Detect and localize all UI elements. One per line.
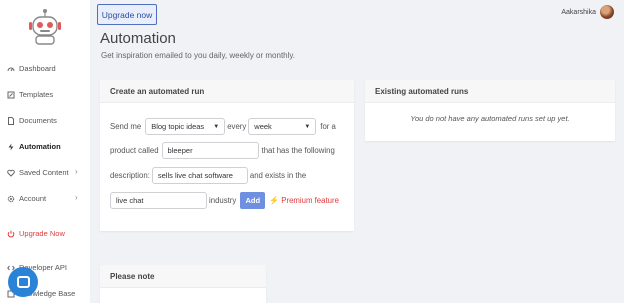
chevron-down-icon: ▼ (213, 123, 220, 130)
template-icon (7, 91, 15, 99)
bolt-icon (7, 143, 15, 151)
product-name-input[interactable]: bleeper (161, 142, 259, 159)
sentence-row-1: Send me Blog topic ideas ▼ every week ▼ fo… (110, 118, 336, 135)
sidebar-item-label: Account (19, 194, 47, 203)
description-label: description: (110, 171, 150, 180)
product-called-text: product called (110, 146, 159, 155)
sidebar-item-automation[interactable]: Automation (7, 142, 61, 151)
sidebar: Dashboard Templates Documents Automation… (0, 0, 90, 303)
dashboard-icon (7, 65, 15, 73)
description-input[interactable]: sells live chat software (151, 167, 248, 184)
for-a-text: for a (320, 122, 336, 131)
heart-icon (7, 169, 15, 177)
bolt-icon: ⚡ (269, 196, 280, 205)
page-subtitle: Get inspiration emailed to you daily, we… (101, 51, 296, 60)
exists-in-text: and exists in the (249, 171, 307, 180)
chat-launcher-button[interactable] (8, 267, 38, 297)
upgrade-now-button[interactable]: Upgrade now (97, 4, 157, 25)
avatar[interactable] (600, 5, 614, 19)
robot-logo-icon[interactable] (27, 8, 63, 46)
create-run-card: Create an automated run Send me Blog top… (100, 80, 354, 231)
sidebar-item-upgrade-now[interactable]: Upgrade Now (7, 229, 65, 238)
sidebar-item-label: Saved Content (19, 168, 69, 177)
content-type-select[interactable]: Blog topic ideas ▼ (145, 118, 226, 135)
following-text: that has the following (261, 146, 335, 155)
send-me-text: Send me (110, 122, 142, 131)
chevron-right-icon[interactable]: › (75, 193, 78, 202)
sidebar-item-label: Upgrade Now (19, 229, 65, 238)
sentence-row-4: live chat industry Add ⚡ Premium feature (110, 192, 339, 209)
chevron-right-icon[interactable]: › (75, 167, 78, 176)
sentence-row-2: product called bleeper that has the foll… (110, 142, 335, 159)
sidebar-item-templates[interactable]: Templates (7, 90, 53, 99)
page-title: Automation (100, 30, 176, 47)
sidebar-item-label: Documents (19, 116, 57, 125)
chevron-down-icon: ▼ (304, 123, 311, 130)
document-icon (7, 116, 15, 125)
user-menu[interactable]: Aakarshika (561, 5, 614, 19)
sidebar-item-account[interactable]: Account (7, 194, 46, 203)
sidebar-item-label: Dashboard (19, 64, 56, 73)
add-button[interactable]: Add (240, 192, 266, 209)
sentence-row-3: description: sells live chat software an… (110, 167, 306, 184)
existing-runs-card: Existing automated runs You do not have … (365, 80, 615, 141)
industry-input[interactable]: live chat (110, 192, 207, 209)
power-icon (7, 230, 15, 238)
frequency-select[interactable]: week ▼ (248, 118, 317, 135)
chat-icon (16, 276, 30, 288)
sidebar-item-dashboard[interactable]: Dashboard (7, 64, 56, 73)
industry-text: industry (209, 196, 237, 205)
gear-icon (7, 195, 15, 203)
please-note-title: Please note (100, 265, 266, 288)
user-name: Aakarshika (561, 8, 596, 16)
every-text: every (227, 122, 247, 131)
sidebar-item-label: Templates (19, 90, 54, 99)
existing-runs-title: Existing automated runs (365, 80, 615, 103)
please-note-card: Please note (100, 265, 266, 303)
empty-runs-message: You do not have any automated runs set u… (410, 114, 570, 123)
sidebar-item-saved-content[interactable]: Saved Content (7, 168, 69, 177)
sidebar-item-label: Automation (19, 142, 61, 151)
premium-feature-link[interactable]: ⚡ Premium feature (269, 196, 339, 205)
create-run-title: Create an automated run (100, 80, 354, 103)
sidebar-item-documents[interactable]: Documents (7, 116, 57, 125)
